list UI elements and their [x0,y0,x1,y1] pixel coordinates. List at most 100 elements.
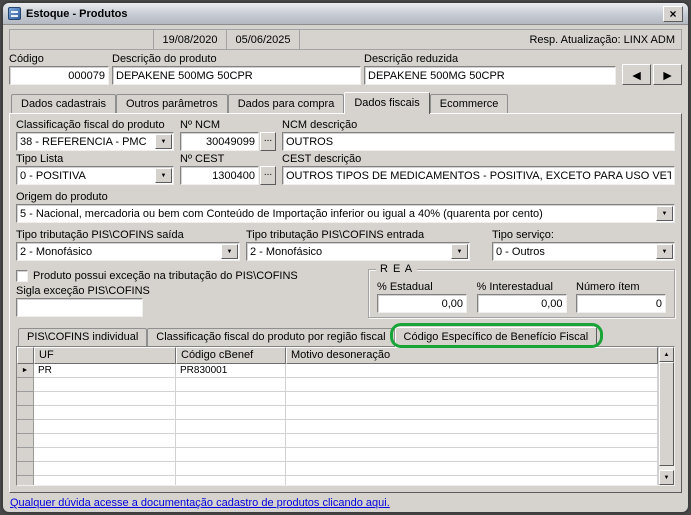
tab-ecommerce[interactable]: Ecommerce [429,94,509,113]
grid-row-empty[interactable] [17,448,658,462]
chevron-down-icon: ▼ [226,248,233,255]
estadual-label: % Estadual [377,281,433,293]
ncm-descricao-input[interactable] [282,132,675,151]
cell-cbenef [176,406,286,420]
product-identification-row: Código Descrição do produto Descrição re… [9,53,682,85]
cell-motivo [286,420,658,434]
classificacao-fiscal-select[interactable]: 38 - REFERENCIA - PMC ▼ [16,132,174,151]
pis-entrada-select[interactable]: 2 - Monofásico ▼ [246,242,470,261]
grid-header-selector [17,347,34,364]
grid-row-empty[interactable] [17,420,658,434]
tab-dados-cadastrais[interactable]: Dados cadastrais [11,94,116,113]
cell-motivo [286,406,658,420]
chevron-down-icon: ▼ [160,172,167,179]
vertical-scrollbar[interactable]: ▲ ▼ [658,347,674,485]
pis-entrada-label: Tipo tributação PIS\COFINS entrada [246,229,425,241]
cell-uf [34,434,176,448]
grid-row-empty[interactable] [17,434,658,448]
cell-cbenef [176,448,286,462]
cell-motivo [286,378,658,392]
sigla-excecao-input[interactable] [16,298,143,317]
dropdown-button[interactable]: ▼ [221,244,238,259]
codigo-label: Código [9,53,44,65]
grid-header-cbenef[interactable]: Código cBenef [176,347,286,364]
origem-produto-value: 5 - Nacional, mercadoria ou bem com Cont… [20,207,543,220]
cell-uf[interactable]: PR [34,364,176,378]
grid-row-empty[interactable] [17,378,658,392]
descricao-produto-input[interactable] [112,66,361,85]
origem-produto-select[interactable]: 5 - Nacional, mercadoria ou bem com Cont… [16,204,675,223]
app-icon [8,7,21,20]
chevron-down-icon: ▼ [160,138,167,145]
cell-uf [34,420,176,434]
dropdown-button[interactable]: ▼ [155,134,172,149]
numero-item-input[interactable] [576,294,666,313]
previous-record-button[interactable]: ◄ [622,64,651,85]
cell-cbenef[interactable]: PR830001 [176,364,286,378]
cest-label: Nº CEST [180,153,225,165]
tab-outros-parametros[interactable]: Outros parâmetros [116,94,228,113]
dropdown-button[interactable]: ▼ [656,206,673,221]
row-selector-cell [17,476,34,485]
subtab-classificacao-regiao-fiscal[interactable]: Classificação fiscal do produto por regi… [147,328,395,346]
current-row-icon: ► [21,367,29,374]
grid-header-motivo[interactable]: Motivo desoneração [286,347,658,364]
subtab-pis-cofins-individual[interactable]: PIS\COFINS individual [18,328,148,346]
sigla-excecao-label: Sigla exceção PIS\COFINS [16,285,150,297]
cell-uf [34,378,176,392]
tipo-lista-select[interactable]: 0 - POSITIVA ▼ [16,166,174,185]
close-button[interactable]: × [663,5,683,22]
row-selector-cell [17,434,34,448]
grid-row-empty[interactable] [17,462,658,476]
cell-motivo[interactable] [286,364,658,378]
tipo-servico-select[interactable]: 0 - Outros ▼ [492,242,675,261]
cest-descricao-input[interactable] [282,166,675,185]
grid-row-empty[interactable] [17,476,658,485]
cadastro-date-field[interactable]: 19/08/2020 [154,30,227,49]
header-strip: 19/08/2020 05/06/2025 Resp. Atualização:… [9,29,682,50]
grid-row-selected[interactable]: ► PR PR830001 [17,364,658,378]
scroll-down-button[interactable]: ▼ [659,470,674,485]
atualizacao-date-field[interactable]: 05/06/2025 [227,30,300,49]
documentation-link[interactable]: Qualquer dúvida acesse a documentação ca… [10,497,390,509]
dropdown-button[interactable]: ▼ [656,244,673,259]
interestadual-input[interactable] [476,294,567,313]
codigo-input[interactable] [9,66,109,85]
ncm-input[interactable] [180,132,259,151]
pis-saida-select[interactable]: 2 - Monofásico ▼ [16,242,240,261]
chevron-down-icon: ▼ [661,210,668,217]
ncm-label: Nº NCM [180,119,221,131]
cest-input[interactable] [180,166,259,185]
titlebar[interactable]: Estoque - Produtos × [3,3,688,25]
excecao-pis-checkbox[interactable] [16,269,28,282]
window-title: Estoque - Produtos [26,7,128,20]
tab-dados-para-compra[interactable]: Dados para compra [227,94,345,113]
arrow-right-icon: ► [660,66,675,83]
descricao-reduzida-input[interactable] [364,66,616,85]
cbenef-grid: UF Código cBenef Motivo desoneração ► PR… [16,346,675,486]
grid-row-empty[interactable] [17,392,658,406]
grid-header-uf[interactable]: UF [34,347,176,364]
subtab-codigo-beneficio-fiscal[interactable]: Código Específico de Benefício Fiscal [394,327,598,347]
cell-cbenef [176,378,286,392]
cest-lookup-button[interactable]: ... [260,166,276,185]
tab-dados-fiscais[interactable]: Dados fiscais [344,92,430,114]
cell-uf [34,476,176,485]
grid-row-empty[interactable] [17,406,658,420]
scroll-thumb[interactable] [659,362,674,466]
interestadual-label: % Interestadual [476,281,553,293]
cell-motivo [286,476,658,485]
next-record-button[interactable]: ► [653,64,682,85]
cell-uf [34,462,176,476]
fiscal-subtabs: PIS\COFINS individual Classificação fisc… [16,323,675,348]
scroll-up-button[interactable]: ▲ [659,347,674,362]
scroll-track[interactable] [659,362,674,470]
rea-groupbox: R E A % Estadual % Interestadual Número … [368,263,675,318]
grid-header: UF Código cBenef Motivo desoneração [17,347,658,364]
cell-motivo [286,392,658,406]
dropdown-button[interactable]: ▼ [451,244,468,259]
cell-uf [34,392,176,406]
estadual-input[interactable] [377,294,467,313]
ncm-lookup-button[interactable]: ... [260,132,276,151]
dropdown-button[interactable]: ▼ [155,168,172,183]
